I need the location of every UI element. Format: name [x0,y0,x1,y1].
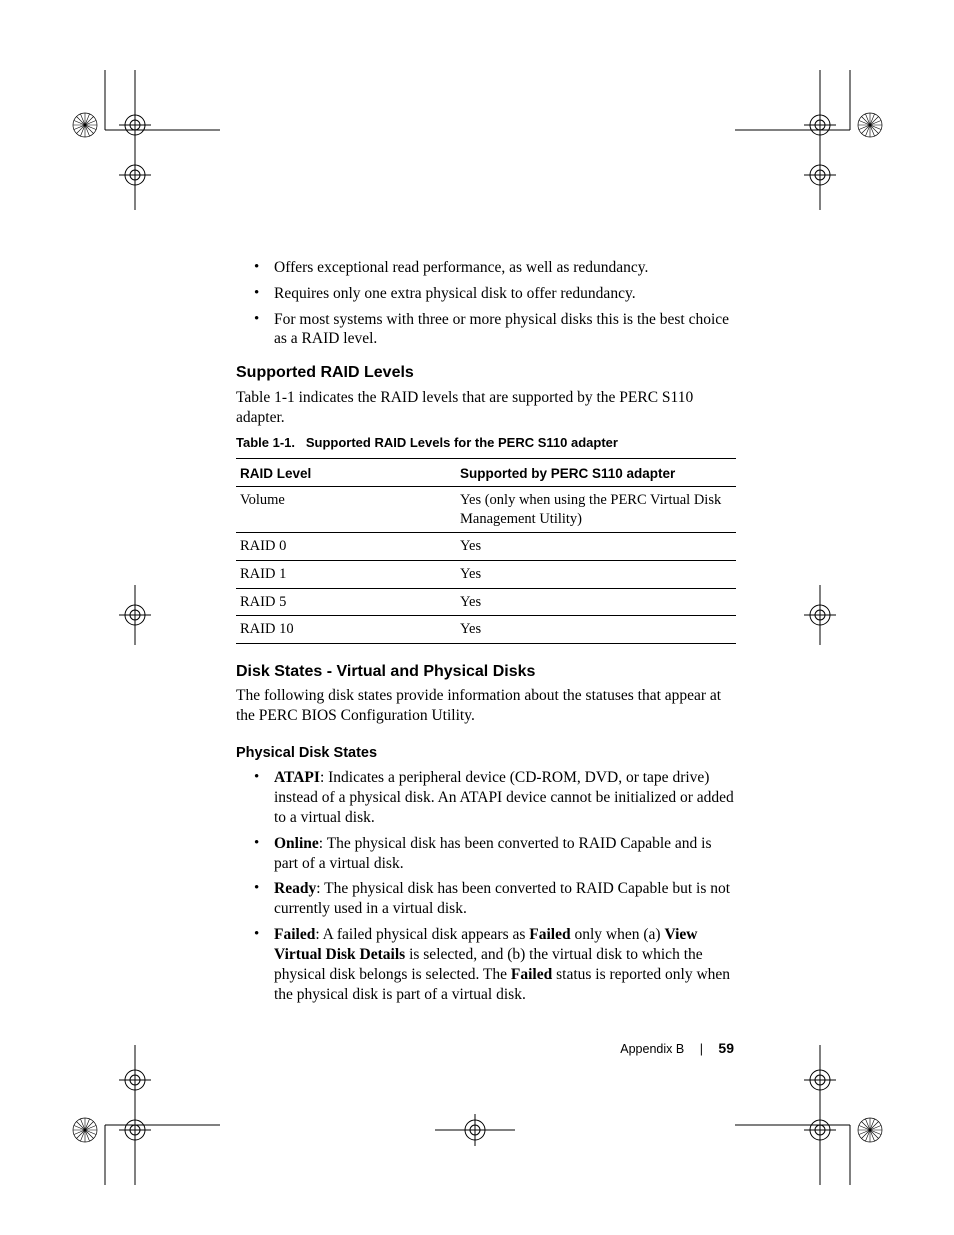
table-cell: Yes [456,533,736,561]
table-cell: RAID 0 [236,533,456,561]
term-bold: Failed [529,926,570,943]
table-row: RAID 1Yes [236,560,736,588]
table-header-1: RAID Level [236,459,456,487]
heading-disk-states: Disk States - Virtual and Physical Disks [236,662,736,682]
list-item: Online: The physical disk has been conve… [274,834,736,874]
table-caption-prefix: Table 1-1. [236,435,295,450]
table-cell: RAID 5 [236,588,456,616]
cropmark-top-right [735,70,895,210]
intro-bullet-list: Offers exceptional read performance, as … [236,258,736,349]
table-caption-text: Supported RAID Levels for the PERC S110 … [306,435,618,450]
footer-page-number: 59 [718,1040,734,1056]
para-disk-states: The following disk states provide inform… [236,686,736,726]
list-item: Ready: The physical disk has been conver… [274,879,736,919]
subheading-physical-disk-states: Physical Disk States [236,744,736,763]
table-row: RAID 5Yes [236,588,736,616]
term-bold: Failed [274,926,315,943]
term-bold: Failed [511,966,552,983]
cropmark-mid-right [780,585,860,645]
cropmark-bottom-right [735,1045,895,1185]
table-header-2: Supported by PERC S110 adapter [456,459,736,487]
term-bold: ATAPI [274,769,320,786]
table-cell: Yes [456,616,736,644]
table-cell: Volume [236,487,456,533]
term-bold: Ready [274,880,316,897]
physical-disk-state-list: ATAPI: Indicates a peripheral device (CD… [236,768,736,1004]
list-item: Requires only one extra physical disk to… [274,284,736,304]
table-row: RAID 0Yes [236,533,736,561]
table-cell: RAID 10 [236,616,456,644]
table-row: VolumeYes (only when using the PERC Virt… [236,487,736,533]
cropmark-bottom-left [60,1045,220,1185]
footer-label: Appendix B [620,1042,684,1056]
term-bold: Online [274,835,319,852]
table-cell: Yes [456,588,736,616]
table-row: RAID 10Yes [236,616,736,644]
list-item: Offers exceptional read performance, as … [274,258,736,278]
raid-levels-table: RAID Level Supported by PERC S110 adapte… [236,458,736,644]
cropmark-bottom-center [435,1100,515,1180]
page-content: Offers exceptional read performance, as … [236,258,736,1018]
table-cell: Yes (only when using the PERC Virtual Di… [456,487,736,533]
cropmark-mid-left [95,585,175,645]
heading-supported-raid: Supported RAID Levels [236,363,736,383]
table-cell: Yes [456,560,736,588]
para-supported-raid: Table 1-1 indicates the RAID levels that… [236,388,736,428]
footer-separator: | [700,1042,703,1056]
list-item: For most systems with three or more phys… [274,310,736,350]
table-caption: Table 1-1. Supported RAID Levels for the… [236,435,736,452]
term-bold: View Virtual Disk Details [274,926,697,963]
list-item: Failed: A failed physical disk appears a… [274,925,736,1004]
cropmark-top-left [60,70,220,210]
page-footer: Appendix B | 59 [0,1040,954,1056]
table-cell: RAID 1 [236,560,456,588]
list-item: ATAPI: Indicates a peripheral device (CD… [274,768,736,827]
